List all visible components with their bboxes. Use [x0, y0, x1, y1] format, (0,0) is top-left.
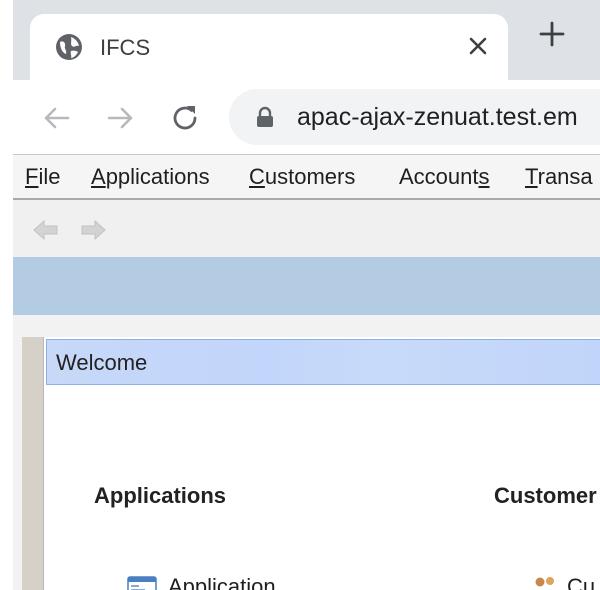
- link-application[interactable]: Application: [168, 574, 276, 590]
- back-arrow-icon[interactable]: [38, 100, 74, 136]
- welcome-title: Welcome: [56, 350, 148, 375]
- left-rail: [22, 337, 43, 590]
- lock-icon[interactable]: [253, 105, 277, 129]
- tab-title: IFCS: [100, 35, 151, 60]
- menu-file[interactable]: File: [25, 164, 60, 190]
- globe-icon: [56, 34, 82, 60]
- reload-icon[interactable]: [167, 100, 203, 136]
- welcome-title-bar: Welcome: [46, 339, 600, 385]
- address-bar[interactable]: apac-ajax-zenuat.test.em: [229, 89, 600, 145]
- close-icon[interactable]: [466, 34, 490, 58]
- new-tab-icon[interactable]: [536, 18, 568, 50]
- welcome-panel: Welcome Applications Customer Applicatio…: [43, 337, 600, 590]
- menu-accounts[interactable]: Accounts: [399, 164, 490, 190]
- customers-people-icon[interactable]: [530, 575, 560, 590]
- app-toolbar: [13, 200, 600, 257]
- browser-tab-strip: IFCS: [13, 0, 600, 80]
- content-area: Welcome Applications Customer Applicatio…: [13, 315, 600, 590]
- header-band: [13, 257, 600, 315]
- browser-tab[interactable]: IFCS: [30, 14, 508, 80]
- app-back-icon[interactable]: [32, 217, 60, 243]
- app-menu-bar: File Applications Customers Accounts Tra…: [13, 154, 600, 200]
- menu-transactions[interactable]: Transa: [525, 164, 593, 190]
- application-window-icon[interactable]: [127, 575, 157, 590]
- section-title-customers: Customer: [494, 483, 597, 508]
- menu-applications[interactable]: Applications: [91, 164, 210, 190]
- url-text[interactable]: apac-ajax-zenuat.test.em: [297, 103, 578, 132]
- link-customer[interactable]: Cu: [567, 574, 595, 590]
- browser-toolbar: apac-ajax-zenuat.test.em: [13, 80, 600, 154]
- forward-arrow-icon[interactable]: [103, 100, 139, 136]
- section-title-applications: Applications: [94, 483, 227, 508]
- menu-customers[interactable]: Customers: [249, 164, 355, 190]
- app-forward-icon[interactable]: [79, 217, 107, 243]
